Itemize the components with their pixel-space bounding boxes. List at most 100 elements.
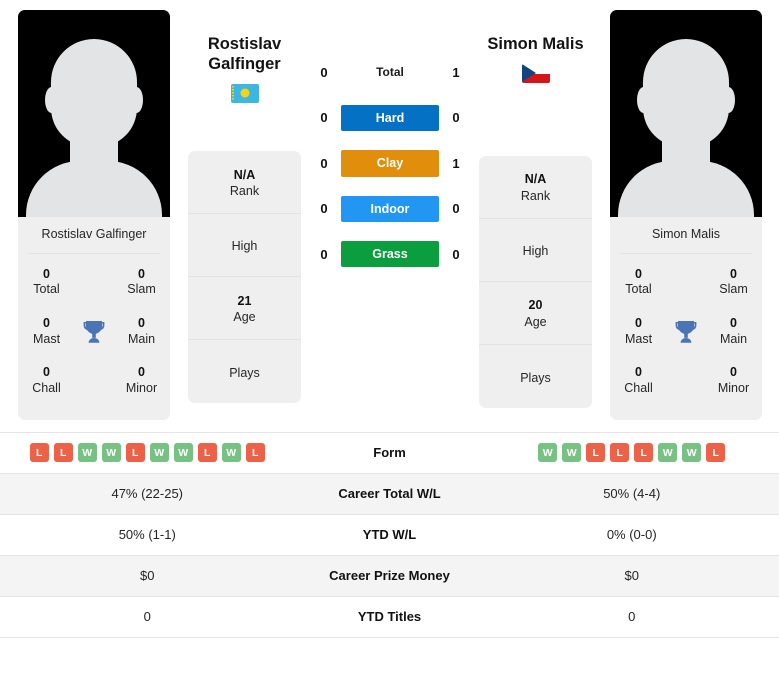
right-titles-minor-value: 0 <box>730 365 737 380</box>
h2h-right-score-clay: 1 <box>452 155 460 171</box>
avatar-silhouette-icon <box>618 31 754 217</box>
right-plays-row: Plays <box>479 345 592 408</box>
left-titles-chall: 0 Chall <box>18 356 75 405</box>
h2h-row-grass: 0 Grass 0 <box>307 240 473 268</box>
h2h-right-score-hard: 0 <box>452 110 460 126</box>
right-value: 0 <box>628 609 636 624</box>
left-value: 47% (22-25) <box>111 486 184 501</box>
right-plays-label: Plays <box>520 370 551 385</box>
left-titles-total-value: 0 <box>43 266 50 281</box>
table-row: 50% (1-1) YTD W/L 0% (0-0) <box>0 515 779 556</box>
player-comparison-page: Rostislav Galfinger 0 Total 0 Slam 0 Mas… <box>0 0 779 699</box>
left-plays-row: Plays <box>188 340 301 403</box>
form-badge-loss[interactable]: L <box>197 443 217 462</box>
h2h-surface-label-clay: Clay <box>341 150 439 177</box>
right-player-card[interactable]: Simon Malis 0 Total 0 Slam 0 Mast 0 Main… <box>610 10 762 420</box>
left-titles-minor-value: 0 <box>138 365 145 380</box>
left-titles-chall-value: 0 <box>43 365 50 380</box>
left-titles-slam: 0 Slam <box>113 258 170 307</box>
h2h-left-score-hard: 0 <box>320 110 328 126</box>
form-badge-win[interactable]: W <box>77 443 97 462</box>
form-badge-win[interactable]: W <box>101 443 121 462</box>
h2h-surface-label-grass: Grass <box>341 240 439 268</box>
row-label: Career Total W/L <box>338 486 441 501</box>
czech-republic-flag-icon <box>521 64 550 84</box>
left-titles-main: 0 Main <box>113 307 170 356</box>
left-player-card[interactable]: Rostislav Galfinger 0 Total 0 Slam 0 Mas… <box>18 10 170 420</box>
form-badge-win[interactable]: W <box>562 443 582 462</box>
form-badge-loss[interactable]: L <box>53 443 73 462</box>
form-badge-loss[interactable]: L <box>29 443 49 462</box>
right-titles-chall-label: Chall <box>624 380 653 395</box>
left-player-photo <box>18 10 170 217</box>
table-row: 0 YTD Titles 0 <box>0 597 779 638</box>
form-badge-loss[interactable]: L <box>706 443 726 462</box>
right-titles-minor-label: Minor <box>717 380 750 395</box>
trophy-icon <box>75 320 113 344</box>
left-titles-mast-value: 0 <box>43 316 50 330</box>
form-badge-win[interactable]: W <box>221 443 241 462</box>
right-titles-minor: 0 Minor <box>705 356 762 405</box>
right-rank-row: N/A Rank <box>479 156 592 220</box>
h2h-right-score-total: 1 <box>452 65 460 81</box>
left-age-row: 21 Age <box>188 277 301 341</box>
right-titles-mast-value: 0 <box>635 316 642 330</box>
h2h-row-indoor: 0 Indoor 0 <box>307 195 473 222</box>
left-titles-minor: 0 Minor <box>113 356 170 405</box>
left-titles-grid: 0 Total 0 Slam 0 Mast 0 Main 0 Chall 0 M… <box>18 254 170 420</box>
form-badge-loss[interactable]: L <box>245 443 265 462</box>
right-player-full-name: Simon Malis <box>487 35 584 53</box>
left-cell: 50% (1-1) <box>0 521 295 548</box>
left-value: 0 <box>143 609 151 624</box>
form-badge-loss[interactable]: L <box>125 443 145 462</box>
h2h-surface-label-indoor: Indoor <box>341 195 439 222</box>
form-badge-win[interactable]: W <box>538 443 558 462</box>
right-titles-main-label: Main <box>719 331 748 346</box>
left-age-label: Age <box>233 309 256 324</box>
left-cell: 0 <box>0 603 295 630</box>
form-badge-loss[interactable]: L <box>634 443 654 462</box>
left-titles-mast: 0 Mast <box>18 307 75 356</box>
right-age-row: 20 Age <box>479 282 592 346</box>
left-rank-label: Rank <box>229 183 260 198</box>
left-player-last-name: Galfinger <box>208 55 281 74</box>
form-badge-loss[interactable]: L <box>586 443 606 462</box>
right-titles-mast: 0 Mast <box>610 307 667 356</box>
left-player-name-block: Rostislav Galfinger <box>188 10 301 104</box>
left-titles-mast-label: Mast <box>32 331 61 346</box>
form-badge-win[interactable]: W <box>149 443 169 462</box>
right-cell: WWLLLWWL <box>485 437 779 468</box>
right-cell: 50% (4-4) <box>485 480 779 507</box>
left-titles-slam-value: 0 <box>138 266 145 281</box>
right-value: 50% (4-4) <box>603 486 661 501</box>
table-row: $0 Career Prize Money $0 <box>0 555 779 597</box>
h2h-right-score-grass: 0 <box>452 246 460 262</box>
form-badge-win[interactable]: W <box>682 443 702 462</box>
right-cell: 0 <box>485 603 779 630</box>
h2h-row-total: 0 Total 1 <box>307 60 473 86</box>
left-titles-minor-label: Minor <box>125 380 158 395</box>
form-badge-win[interactable]: W <box>173 443 193 462</box>
right-player-name-label: Simon Malis <box>651 227 721 241</box>
right-value: $0 <box>624 568 639 583</box>
head-to-head-section: 0 Total 1 0 Hard 0 0 Clay 1 0 Indoor 0 0 Grass 0 <box>301 10 479 268</box>
h2h-left-score-grass: 0 <box>320 246 328 262</box>
left-player-name-label: Rostislav Galfinger <box>41 227 147 241</box>
avatar-silhouette-icon <box>26 31 162 217</box>
row-label: Career Prize Money <box>329 568 450 583</box>
left-plays-label: Plays <box>229 365 260 380</box>
right-titles-mast-label: Mast <box>624 331 653 346</box>
left-value: 50% (1-1) <box>118 527 176 542</box>
form-badge-win[interactable]: W <box>658 443 678 462</box>
right-titles-grid: 0 Total 0 Slam 0 Mast 0 Main 0 Chall 0 M… <box>610 254 762 420</box>
right-rank-label: Rank <box>520 188 551 203</box>
h2h-left-score-indoor: 0 <box>320 201 328 217</box>
form-badge-loss[interactable]: L <box>610 443 630 462</box>
row-label: YTD Titles <box>357 609 422 624</box>
right-cell: 0% (0-0) <box>485 521 779 548</box>
left-rank-value: N/A <box>233 167 256 182</box>
right-titles-total-label: Total <box>625 282 652 297</box>
table-row: 47% (22-25) Career Total W/L 50% (4-4) <box>0 473 779 515</box>
table-row: L L W W L W W L W L Form W W L L L W W L <box>0 433 779 474</box>
left-cell: 47% (22-25) <box>0 480 295 507</box>
